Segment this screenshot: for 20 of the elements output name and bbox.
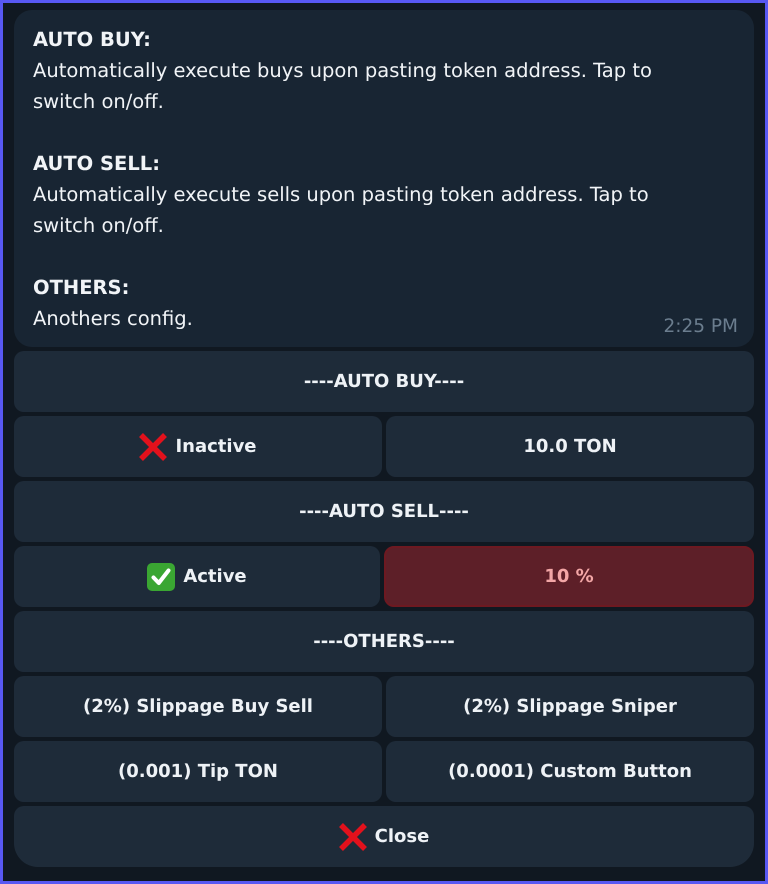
keyboard-button[interactable]: 10 % [384,546,754,607]
message-time: 2:25 PM [663,316,738,338]
keyboard-button[interactable]: ----OTHERS---- [14,611,754,672]
keyboard-button[interactable]: ----AUTO SELL---- [14,481,754,542]
section-heading: AUTO SELL: [33,151,160,177]
toggle-button[interactable]: Inactive [14,416,382,477]
keyboard-button[interactable]: 10.0 TON [386,416,754,477]
keyboard-button[interactable]: ----AUTO BUY---- [14,351,754,412]
section-text: Automatically execute sells upon pasting token address. Tap to switch on/off. [33,182,650,239]
section-text: Automatically execute buys upon pasting token address. Tap to switch on/off. [33,58,653,115]
keyboard-button[interactable]: (0.001) Tip TON [14,741,382,802]
keyboard-button[interactable]: (2%) Slippage Buy Sell [14,676,382,737]
keyboard-button[interactable]: (2%) Slippage Sniper [386,676,754,737]
section-heading: OTHERS: [33,275,130,301]
close-button[interactable]: Close [14,806,754,867]
keyboard-button[interactable]: (0.0001) Custom Button [386,741,754,802]
cross-icon [338,822,367,850]
toggle-button[interactable]: Active [14,546,380,607]
section-text: Anothers config. [33,306,193,332]
section-heading: AUTO BUY: [33,27,151,53]
